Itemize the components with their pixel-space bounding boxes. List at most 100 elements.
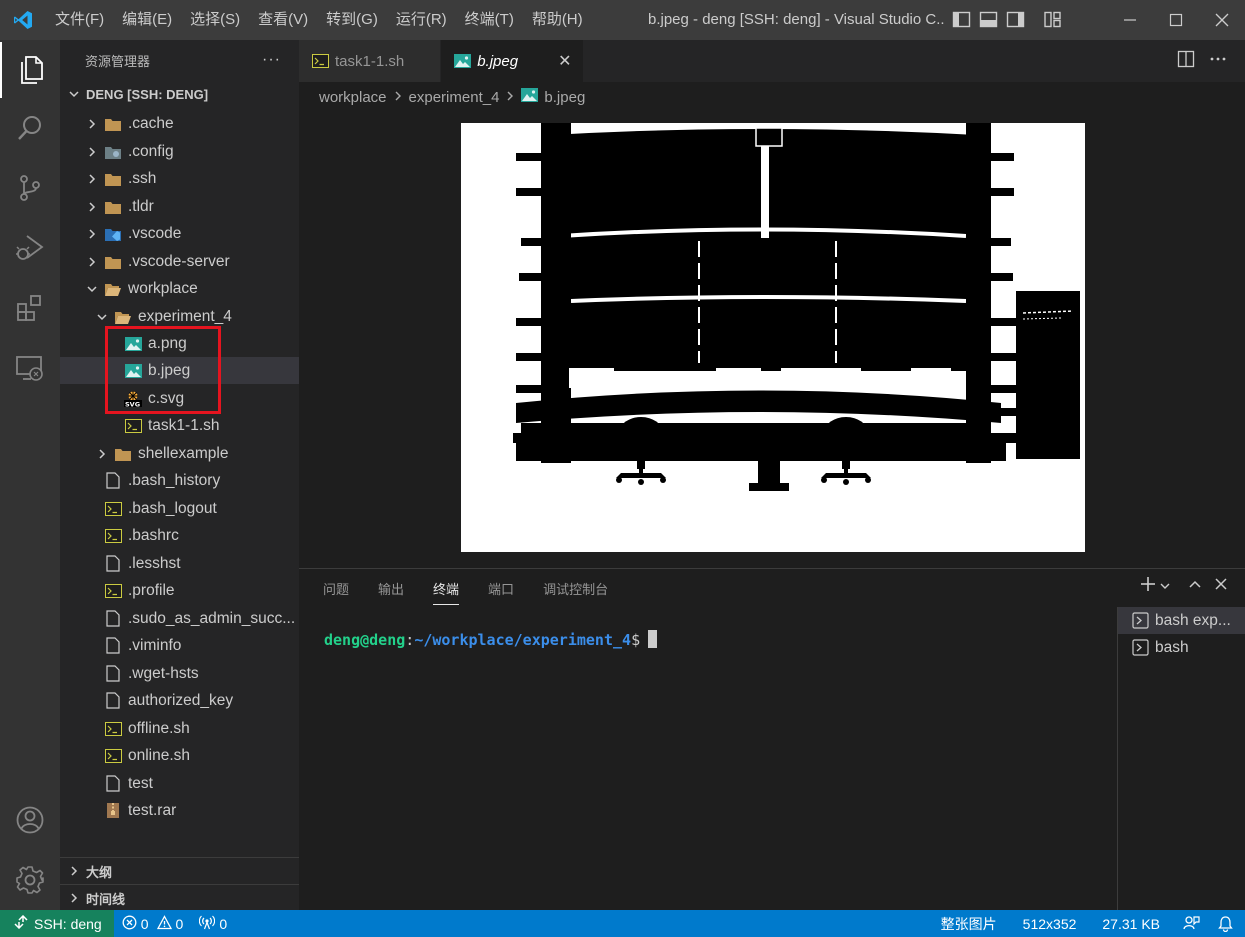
more-actions-icon[interactable]: ···	[262, 51, 281, 69]
feedback-icon[interactable]	[1173, 910, 1210, 937]
window-title: b.jpeg - deng [SSH: deng] - Visual Studi…	[648, 11, 944, 28]
activity-bar	[0, 40, 60, 910]
tree-item-shellexample[interactable]: shellexample	[60, 440, 299, 467]
notifications-bell-icon[interactable]	[1210, 910, 1245, 937]
tree-item-label: .config	[128, 142, 174, 160]
terminal-instance[interactable]: bash exp...	[1118, 607, 1245, 634]
tab-debug-console[interactable]: 调试控制台	[543, 577, 608, 605]
chevron-down-icon[interactable]	[1159, 576, 1171, 597]
search-icon[interactable]	[0, 100, 60, 156]
breadcrumb-item[interactable]: workplace	[319, 89, 387, 106]
breadcrumb-item[interactable]: experiment_4	[409, 89, 500, 106]
image-preview[interactable]	[461, 123, 1085, 552]
tree-item-bashrc[interactable]: .bashrc	[60, 522, 299, 549]
tab-terminal[interactable]: 终端	[433, 577, 460, 605]
problems-status[interactable]: 0 0	[114, 910, 192, 937]
close-tab-icon[interactable]: ✕	[558, 51, 571, 71]
tree-item-task1-1-sh[interactable]: task1-1.sh	[60, 412, 299, 439]
run-debug-icon[interactable]	[0, 220, 60, 276]
chevron-right-icon	[84, 171, 100, 187]
menu-run[interactable]: 运行(R)	[387, 6, 456, 34]
split-editor-icon[interactable]	[1177, 50, 1195, 73]
editor-tabs: task1-1.sh b.jpeg ✕	[299, 40, 1245, 82]
terminal-prompt[interactable]: deng@deng:~/workplace/experiment_4$	[324, 630, 658, 649]
tree-item-profile[interactable]: .profile	[60, 577, 299, 604]
menu-terminal[interactable]: 终端(T)	[456, 6, 523, 34]
tree-item-ssh[interactable]: .ssh	[60, 165, 299, 192]
new-terminal-icon[interactable]	[1139, 575, 1157, 598]
tree-item-authorized-key[interactable]: authorized_key	[60, 687, 299, 714]
panel-tabs: 问题 输出 终端 端口 调试控制台	[323, 577, 608, 605]
timeline-section[interactable]: 时间线	[60, 884, 299, 911]
panel-actions	[1139, 575, 1229, 598]
folder-icon	[104, 171, 122, 187]
tab-label: b.jpeg	[477, 52, 519, 70]
shell-file-icon	[124, 418, 142, 434]
tree-item-wget-hsts[interactable]: .wget-hsts	[60, 660, 299, 687]
menu-help[interactable]: 帮助(H)	[523, 6, 592, 34]
tree-item-online-sh[interactable]: online.sh	[60, 742, 299, 769]
tree-item-tldr[interactable]: .tldr	[60, 193, 299, 220]
tree-item-label: .ssh	[128, 169, 157, 187]
tab-ports[interactable]: 端口	[488, 577, 514, 605]
tree-item-config[interactable]: .config	[60, 138, 299, 165]
menu-edit[interactable]: 编辑(E)	[113, 6, 181, 34]
tab-b-jpeg[interactable]: b.jpeg ✕	[441, 40, 585, 82]
tree-item-label: .vscode	[128, 224, 182, 242]
tab-task1-1-sh[interactable]: task1-1.sh	[299, 40, 442, 82]
tab-problems[interactable]: 问题	[323, 577, 349, 605]
ports-count: 0	[219, 915, 228, 932]
tree-item-cache[interactable]: .cache	[60, 110, 299, 137]
tree-item-lesshst[interactable]: .lesshst	[60, 550, 299, 577]
tree-item-label: test.rar	[128, 801, 177, 819]
tree-item-label: .wget-hsts	[128, 664, 199, 682]
settings-gear-icon[interactable]	[0, 852, 60, 908]
minimize-button[interactable]	[1107, 0, 1153, 40]
config-folder-icon	[104, 144, 122, 160]
tree-item-test[interactable]: test	[60, 770, 299, 797]
source-control-icon[interactable]	[0, 160, 60, 216]
maximize-button[interactable]	[1153, 0, 1199, 40]
shell-file-icon	[104, 501, 122, 517]
more-actions-icon[interactable]	[1209, 50, 1227, 73]
workspace-root[interactable]: DENG [SSH: DENG]	[60, 80, 299, 108]
menu-file[interactable]: 文件(F)	[46, 6, 113, 34]
tree-item-bash-history[interactable]: .bash_history	[60, 467, 299, 494]
tree-item-workplace[interactable]: workplace	[60, 275, 299, 302]
error-count: 0	[140, 915, 149, 932]
ports-status[interactable]: 0	[191, 910, 235, 937]
toggle-panel-icon[interactable]	[979, 10, 998, 29]
close-window-button[interactable]	[1199, 0, 1245, 40]
remote-indicator[interactable]: SSH: deng	[0, 910, 114, 937]
tree-item-viminfo[interactable]: .viminfo	[60, 632, 299, 659]
maximize-panel-icon[interactable]	[1187, 576, 1203, 597]
error-icon	[122, 915, 137, 933]
explorer-icon[interactable]	[0, 42, 60, 98]
tree-item-offline-sh[interactable]: offline.sh	[60, 715, 299, 742]
breadcrumb-item[interactable]: b.jpeg	[544, 89, 585, 106]
tab-output[interactable]: 输出	[378, 577, 404, 605]
extensions-icon[interactable]	[0, 280, 60, 336]
terminal-icon	[1132, 612, 1149, 629]
shell-file-icon	[104, 721, 122, 737]
toggle-secondary-sidebar-icon[interactable]	[1006, 10, 1025, 29]
accounts-icon[interactable]	[0, 792, 60, 848]
menu-view[interactable]: 查看(V)	[249, 6, 317, 34]
terminal-icon	[1132, 639, 1149, 656]
terminal-instance[interactable]: bash	[1118, 634, 1245, 661]
menu-selection[interactable]: 选择(S)	[181, 6, 249, 34]
remote-explorer-icon[interactable]	[0, 340, 60, 396]
tree-item-vscode[interactable]: .vscode	[60, 220, 299, 247]
menu-go[interactable]: 转到(G)	[317, 6, 387, 34]
tree-item-test-rar[interactable]: test.rar	[60, 797, 299, 824]
toggle-sidebar-icon[interactable]	[952, 10, 971, 29]
zoom-status[interactable]: 整张图片	[928, 910, 1010, 937]
customize-layout-icon[interactable]	[1043, 10, 1062, 29]
file-icon	[104, 555, 122, 572]
tree-item-vscode-server[interactable]: .vscode-server	[60, 248, 299, 275]
outline-section[interactable]: 大纲	[60, 857, 299, 884]
tree-item-sudo-as-admin[interactable]: .sudo_as_admin_succ...	[60, 605, 299, 632]
close-panel-icon[interactable]	[1213, 576, 1229, 597]
archive-file-icon	[104, 803, 122, 819]
tree-item-bash-logout[interactable]: .bash_logout	[60, 495, 299, 522]
